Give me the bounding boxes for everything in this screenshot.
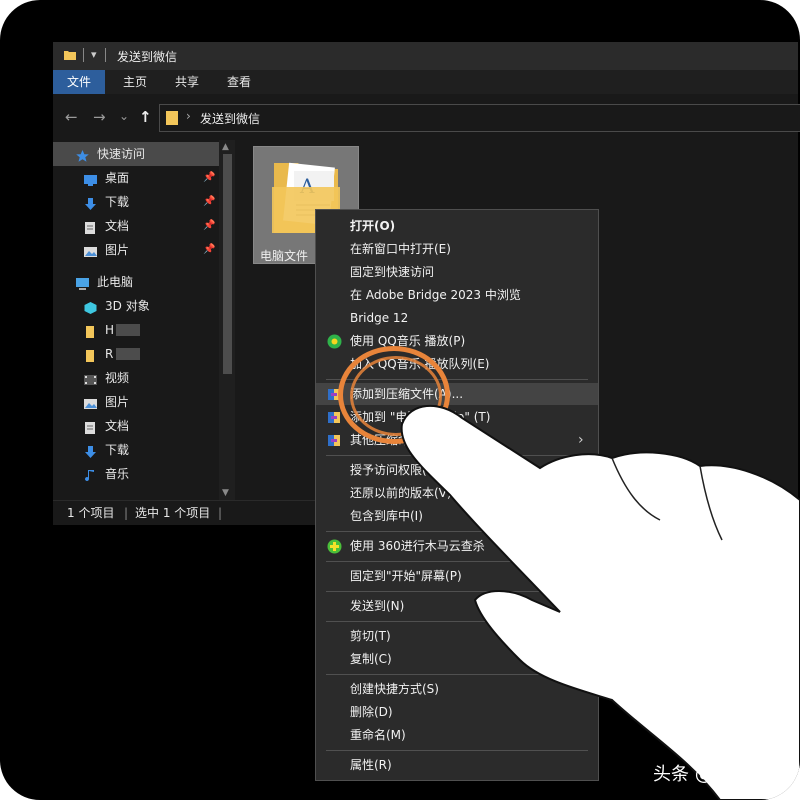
watermark: 头条 @舍记师 xyxy=(653,764,767,785)
pointing-hand-illustration xyxy=(400,405,800,800)
screen-frame: ▾ 发送到微信 文件 主页 共享 查看 ← → ⌄ ↑ › 发送到微信 音乐 下载 文档图… xyxy=(0,0,800,800)
